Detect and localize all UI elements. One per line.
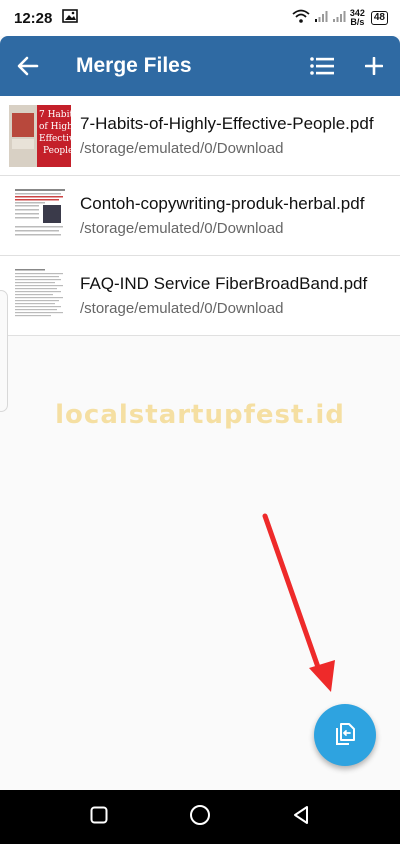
signal-icon-2 — [332, 9, 346, 27]
page-title: Merge Files — [76, 54, 192, 77]
add-file-button[interactable] — [354, 46, 394, 86]
signal-icon — [314, 9, 328, 27]
pdf-thumbnail — [9, 264, 71, 327]
merge-button[interactable] — [314, 704, 376, 766]
home-icon — [189, 804, 210, 825]
recent-apps-icon — [90, 806, 108, 823]
file-row[interactable]: 7 Habit of Highl Effectiv People 7-Habit… — [0, 96, 400, 176]
file-row[interactable]: Contoh-copywriting-produk-herbal.pdf /st… — [0, 176, 400, 256]
file-text: FAQ-IND Service FiberBroadBand.pdf /stor… — [80, 274, 367, 317]
file-row[interactable]: FAQ-IND Service FiberBroadBand.pdf /stor… — [0, 256, 400, 336]
home-button[interactable] — [189, 804, 211, 831]
file-text: 7-Habits-of-Highly-Effective-People.pdf … — [80, 114, 374, 157]
back-icon — [293, 805, 308, 824]
plus-icon — [365, 57, 383, 75]
network-speed-unit: B/s — [350, 17, 365, 27]
file-path: /storage/emulated/0/Download — [80, 220, 284, 237]
recent-apps-button[interactable] — [90, 806, 108, 829]
list-view-button[interactable] — [302, 46, 342, 86]
status-left: 12:28 — [12, 8, 79, 28]
annotation-arrow-icon — [262, 513, 335, 692]
file-name: 7-Habits-of-Highly-Effective-People.pdf — [80, 114, 374, 133]
file-name: FAQ-IND Service FiberBroadBand.pdf — [80, 274, 368, 293]
image-notification-icon — [62, 8, 79, 28]
status-time: 12:28 — [14, 9, 53, 27]
back-button[interactable] — [8, 46, 48, 86]
file-list: 7 Habit of Highl Effectiv People 7-Habit… — [0, 96, 400, 336]
nav-back-button[interactable] — [292, 805, 310, 830]
pdf-thumbnail — [9, 184, 71, 247]
navigation-bar — [0, 790, 400, 844]
battery-indicator: 48 — [370, 11, 388, 25]
app-bar: Merge Files — [0, 36, 400, 96]
network-speed: 342 B/s — [350, 9, 365, 27]
watermark: localstartupfest.id — [55, 400, 345, 430]
wifi-icon — [292, 9, 310, 28]
svg-text:of Highl: of Highl — [39, 122, 71, 132]
list-icon — [310, 57, 334, 75]
side-drawer-handle[interactable] — [0, 290, 8, 412]
status-bar: 12:28 342 B/s 48 — [0, 0, 400, 36]
file-path: /storage/emulated/0/Download — [80, 300, 284, 317]
arrow-left-icon — [17, 56, 39, 76]
pdf-thumbnail: 7 Habit of Highl Effectiv People — [9, 104, 71, 167]
svg-text:7 Habit: 7 Habit — [39, 110, 71, 120]
svg-text:Effectiv: Effectiv — [39, 134, 71, 144]
svg-text:People: People — [43, 146, 71, 156]
status-right: 342 B/s 48 — [292, 9, 388, 28]
file-name: Contoh-copywriting-produk-herbal.pdf — [80, 194, 365, 213]
merge-files-icon — [336, 723, 355, 745]
file-path: /storage/emulated/0/Download — [80, 140, 284, 157]
file-text: Contoh-copywriting-produk-herbal.pdf /st… — [80, 194, 364, 237]
